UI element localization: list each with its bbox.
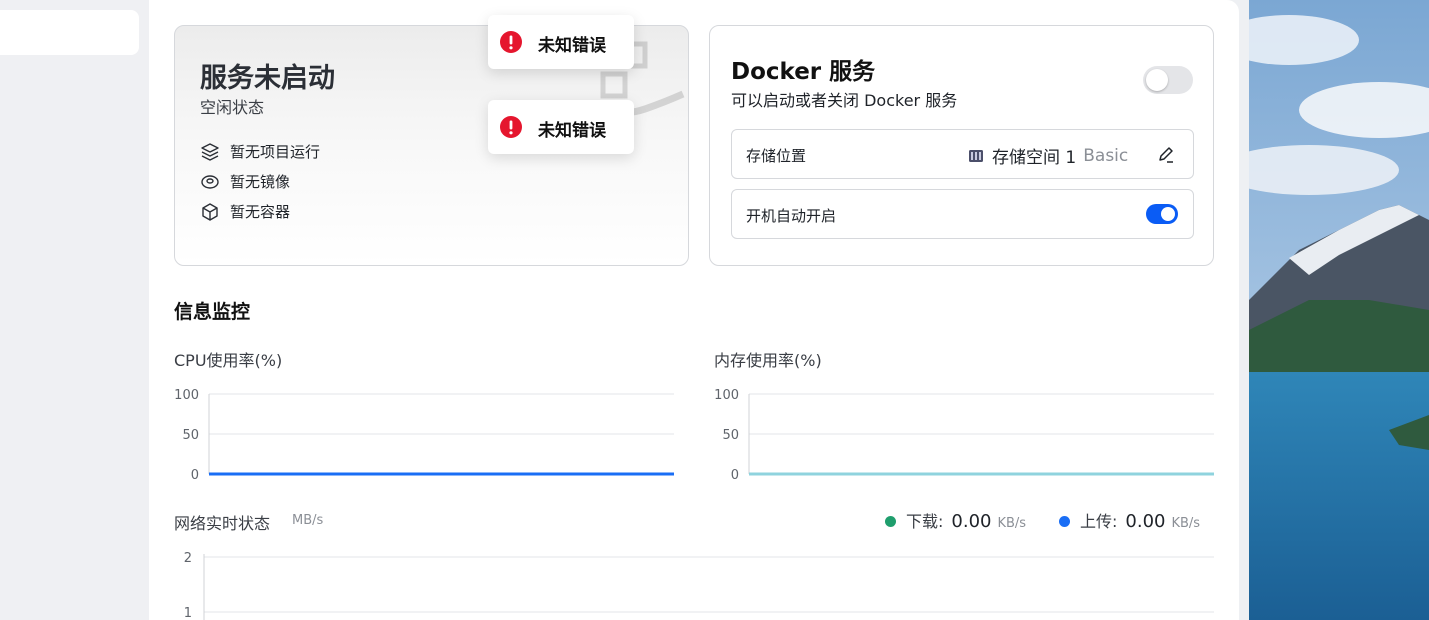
network-chart-unit: MB/s xyxy=(292,513,324,528)
autostart-toggle[interactable] xyxy=(1146,204,1178,224)
toggle-knob xyxy=(1161,207,1175,221)
y-tick-label: 1 xyxy=(184,606,192,620)
image-stat-label: 暂无镜像 xyxy=(230,173,291,191)
docker-service-toggle[interactable] xyxy=(1143,66,1193,94)
download-dot xyxy=(885,516,896,527)
y-tick-label: 0 xyxy=(191,468,199,483)
y-tick-label: 100 xyxy=(174,388,199,403)
container-stat: 暂无容器 xyxy=(200,201,290,222)
y-tick-label: 50 xyxy=(182,428,199,443)
monitor-section-title: 信息监控 xyxy=(174,301,251,323)
cube-icon xyxy=(202,202,218,221)
error-icon xyxy=(500,116,522,138)
network-chart-title: 网络实时状态 xyxy=(174,514,271,533)
upload-legend: 上传: 0.00 KB/s xyxy=(1059,508,1200,532)
error-toast[interactable]: 未知错误 xyxy=(488,15,634,69)
autostart-label: 开机自动开启 xyxy=(746,207,837,225)
error-icon xyxy=(500,31,522,53)
left-nav-item[interactable] xyxy=(0,10,139,55)
cpu-usage-chart: 100 50 0 xyxy=(174,388,674,483)
error-toast-text: 未知错误 xyxy=(538,36,606,56)
memory-chart-title: 内存使用率(%) xyxy=(714,351,822,370)
service-status-subtitle: 空闲状态 xyxy=(200,98,265,117)
service-status-title: 服务未启动 xyxy=(200,63,335,94)
network-chart: 21 xyxy=(184,551,1214,620)
toggle-knob xyxy=(1146,69,1168,91)
y-tick-label: 2 xyxy=(184,551,192,566)
upload-label: 上传: xyxy=(1080,512,1118,531)
y-tick-label: 50 xyxy=(722,428,739,443)
docker-service-subtitle: 可以启动或者关闭 Docker 服务 xyxy=(731,91,958,110)
storage-type-tag: Basic xyxy=(1083,145,1129,166)
docker-service-card: Docker 服务 可以启动或者关闭 Docker 服务 存储位置 存储空间 1… xyxy=(709,25,1214,266)
desktop-wallpaper xyxy=(1249,0,1429,620)
memory-usage-chart: 100 50 0 xyxy=(714,388,1214,483)
disk-icon xyxy=(201,174,219,189)
storage-location-row: 存储位置 存储空间 1 Basic xyxy=(731,129,1194,179)
cpu-chart-title: CPU使用率(%) xyxy=(174,351,283,370)
upload-value: 0.00 xyxy=(1125,511,1166,532)
storage-location-label: 存储位置 xyxy=(746,147,807,165)
project-stat-label: 暂无项目运行 xyxy=(230,143,321,161)
download-label: 下载: xyxy=(906,512,944,531)
image-stat: 暂无镜像 xyxy=(200,171,290,192)
container-stat-label: 暂无容器 xyxy=(230,203,291,221)
upload-unit: KB/s xyxy=(1171,516,1201,531)
layers-icon xyxy=(201,142,219,161)
project-stat: 暂无项目运行 xyxy=(200,141,320,162)
download-unit: KB/s xyxy=(997,516,1027,531)
left-panel xyxy=(0,0,149,620)
upload-dot xyxy=(1059,516,1070,527)
docker-service-title: Docker 服务 xyxy=(731,59,876,85)
download-value: 0.00 xyxy=(951,511,992,532)
error-toast-text: 未知错误 xyxy=(538,121,606,141)
storage-location-value: 存储空间 1 Basic xyxy=(968,143,1128,168)
y-tick-label: 0 xyxy=(731,468,739,483)
error-toast[interactable]: 未知错误 xyxy=(488,100,634,154)
edit-icon[interactable] xyxy=(1156,144,1176,164)
download-legend: 下载: 0.00 KB/s xyxy=(885,508,1026,532)
autostart-row: 开机自动开启 xyxy=(731,189,1194,239)
storage-name: 存储空间 1 xyxy=(992,148,1077,168)
storage-pool-icon xyxy=(969,149,983,162)
y-tick-label: 100 xyxy=(714,388,739,403)
